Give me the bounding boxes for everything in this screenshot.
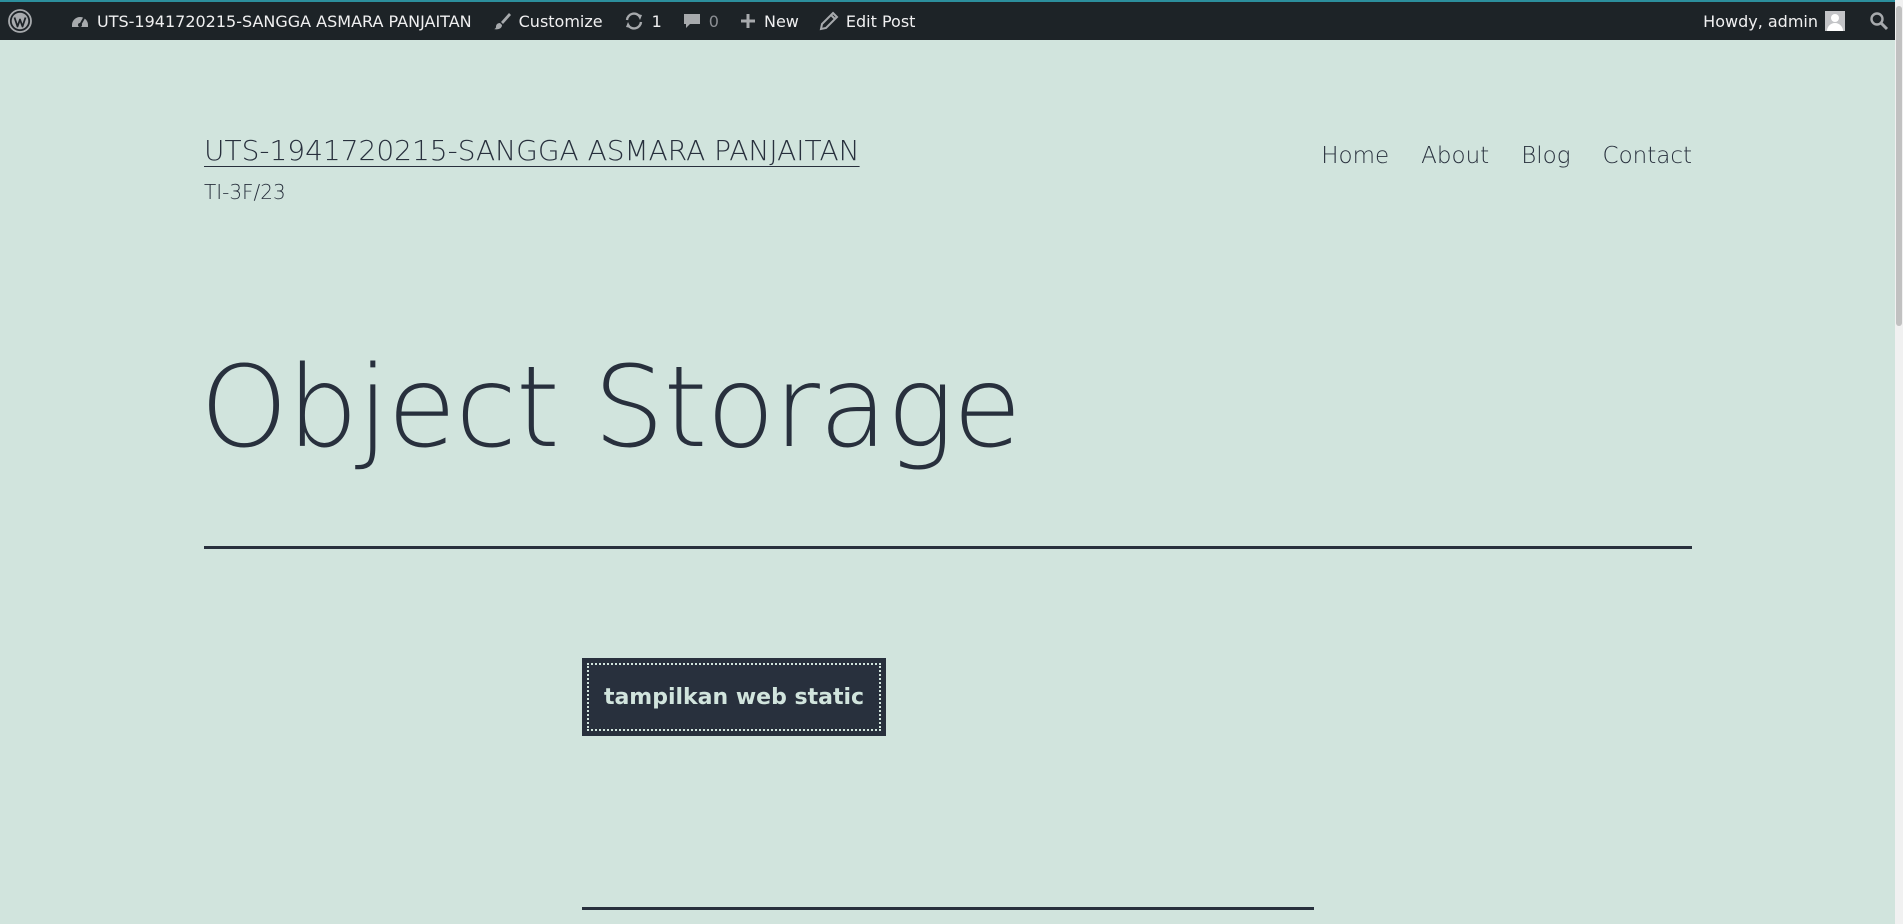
page-scrollbar[interactable] xyxy=(1895,0,1903,924)
site-title-link[interactable]: UTS-1941720215-SANGGA ASMARA PANJAITAN xyxy=(204,134,860,167)
comments-count: 0 xyxy=(708,11,719,31)
wordpress-logo-button[interactable] xyxy=(0,2,40,40)
customize-label: Customize xyxy=(518,11,603,31)
content-divider xyxy=(582,907,1314,910)
admin-bar-right: Howdy, admin xyxy=(1693,2,1903,40)
avatar xyxy=(1825,11,1845,31)
nav-item-about[interactable]: About xyxy=(1421,143,1489,169)
admin-bar-left: UTS-1941720215-SANGGA ASMARA PANJAITAN C… xyxy=(0,2,925,40)
nav-item-home[interactable]: Home xyxy=(1321,143,1389,169)
comment-bubble-icon xyxy=(682,11,702,31)
howdy-label: Howdy, admin xyxy=(1703,11,1818,31)
site-name-label: UTS-1941720215-SANGGA ASMARA PANJAITAN xyxy=(97,11,472,31)
new-content-menu[interactable]: New xyxy=(729,2,809,40)
page-title: Object Storage xyxy=(200,343,1022,473)
site-name-menu[interactable]: UTS-1941720215-SANGGA ASMARA PANJAITAN xyxy=(40,2,482,40)
wordpress-logo-icon xyxy=(8,9,32,33)
search-icon xyxy=(1869,11,1889,31)
customize-menu[interactable]: Customize xyxy=(482,2,613,40)
updates-count: 1 xyxy=(651,11,662,31)
edit-post-menu[interactable]: Edit Post xyxy=(809,2,926,40)
primary-navigation: Home About Blog Contact xyxy=(1321,143,1692,169)
admin-search-button[interactable] xyxy=(1855,2,1895,40)
nav-item-blog[interactable]: Blog xyxy=(1521,143,1570,169)
nav-item-contact[interactable]: Contact xyxy=(1603,143,1692,169)
scrollbar-thumb[interactable] xyxy=(1896,6,1902,326)
paintbrush-icon xyxy=(492,11,512,31)
comments-menu[interactable]: 0 xyxy=(672,2,729,40)
admin-bar: UTS-1941720215-SANGGA ASMARA PANJAITAN C… xyxy=(0,0,1903,40)
pencil-icon xyxy=(819,11,839,31)
plus-icon xyxy=(739,12,757,30)
updates-menu[interactable]: 1 xyxy=(613,2,672,40)
my-account-menu[interactable]: Howdy, admin xyxy=(1693,2,1855,40)
edit-post-label: Edit Post xyxy=(845,11,916,31)
dashboard-icon xyxy=(70,11,90,31)
new-label: New xyxy=(763,11,799,31)
title-divider xyxy=(204,546,1692,549)
updates-icon xyxy=(623,11,645,31)
site-description: TI-3F/23 xyxy=(204,180,286,204)
tampilkan-web-static-button[interactable]: tampilkan web static xyxy=(582,658,886,736)
